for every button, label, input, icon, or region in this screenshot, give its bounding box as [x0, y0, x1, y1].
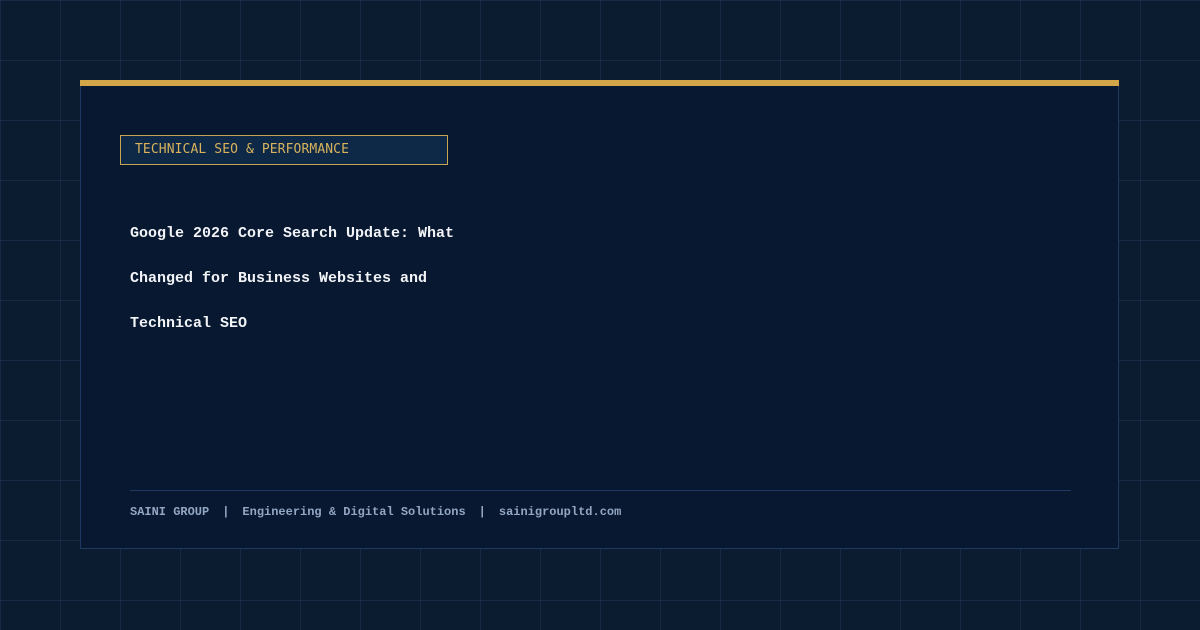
category-tag: TECHNICAL SEO & PERFORMANCE [120, 135, 448, 165]
footer-separator: | [222, 505, 230, 519]
headline-line: Changed for Business Websites and [130, 270, 428, 287]
footer-divider [130, 490, 1071, 491]
footer-separator: | [478, 505, 486, 519]
headline-line: Technical SEO [130, 315, 248, 332]
footer-brand: SAINI GROUP [130, 505, 210, 519]
footer-tagline: Engineering & Digital Solutions [242, 505, 466, 519]
headline-line: Google 2026 Core Search Update: What [130, 225, 455, 242]
card-accent-bar [80, 80, 1119, 86]
article-card: TECHNICAL SEO & PERFORMANCE Google 2026 … [80, 80, 1119, 549]
footer: SAINI GROUP | Engineering & Digital Soluti… [130, 503, 621, 521]
headline: Google 2026 Core Search Update: What Cha… [130, 211, 470, 346]
page: { "colors": { "background": "#0b1b30", "… [0, 0, 1200, 630]
footer-website: sainigroupltd.com [498, 505, 622, 519]
